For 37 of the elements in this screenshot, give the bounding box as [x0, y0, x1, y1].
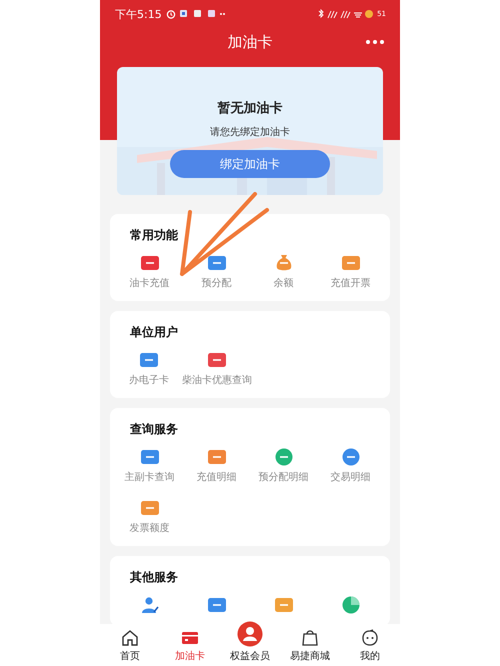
card-icon[interactable]	[140, 253, 160, 273]
home-icon	[121, 629, 139, 647]
service-label[interactable]: 充值开票	[330, 276, 370, 290]
tab-item[interactable]: 加油卡	[160, 624, 220, 666]
tab-item[interactable]: 首页	[100, 624, 160, 666]
service-label[interactable]: 余额	[274, 276, 294, 290]
bind-card-button[interactable]: 绑定加油卡	[170, 150, 330, 178]
service-label[interactable]: 柴油卡优惠查询	[182, 373, 252, 387]
more-icon[interactable]	[366, 40, 384, 44]
shopping-bag-icon	[301, 629, 319, 647]
status-icons-drawing	[317, 9, 374, 19]
page-title: 加油卡	[228, 32, 272, 52]
service-label[interactable]: 油卡充值	[130, 276, 170, 290]
service-label[interactable]: 主副卡查询	[124, 470, 174, 484]
section-title: 单位用户	[129, 324, 178, 341]
section-title: 其他服务	[129, 569, 178, 586]
tab-item[interactable]: 我的	[340, 624, 400, 666]
face-icon	[361, 629, 379, 647]
service-label[interactable]: 充值明细	[196, 470, 236, 484]
pie-chart-icon[interactable]	[340, 595, 360, 615]
tab-item[interactable]: 易捷商城	[280, 624, 340, 666]
card-icon[interactable]	[207, 350, 227, 370]
section-title: 常用功能	[129, 227, 178, 244]
service-label[interactable]: 预分配	[202, 276, 232, 290]
bind-hint: 请您先绑定加油卡	[210, 126, 290, 139]
service-label[interactable]: 办电子卡	[129, 373, 169, 387]
user-edit-icon[interactable]	[140, 595, 160, 615]
service-label[interactable]: 交易明细	[330, 470, 370, 484]
empty-card-title: 暂无加油卡	[218, 100, 282, 117]
alarm-icon	[166, 9, 176, 19]
status-time: 下午5:15	[115, 6, 162, 22]
section-title: 查询服务	[129, 421, 178, 438]
tab-item[interactable]: 权益会员	[220, 624, 280, 666]
service-label[interactable]: 预分配明细	[258, 470, 308, 484]
service-label[interactable]: 发票额度	[130, 521, 170, 535]
card-icon	[181, 629, 199, 647]
notification-icons-drawing	[180, 10, 226, 18]
